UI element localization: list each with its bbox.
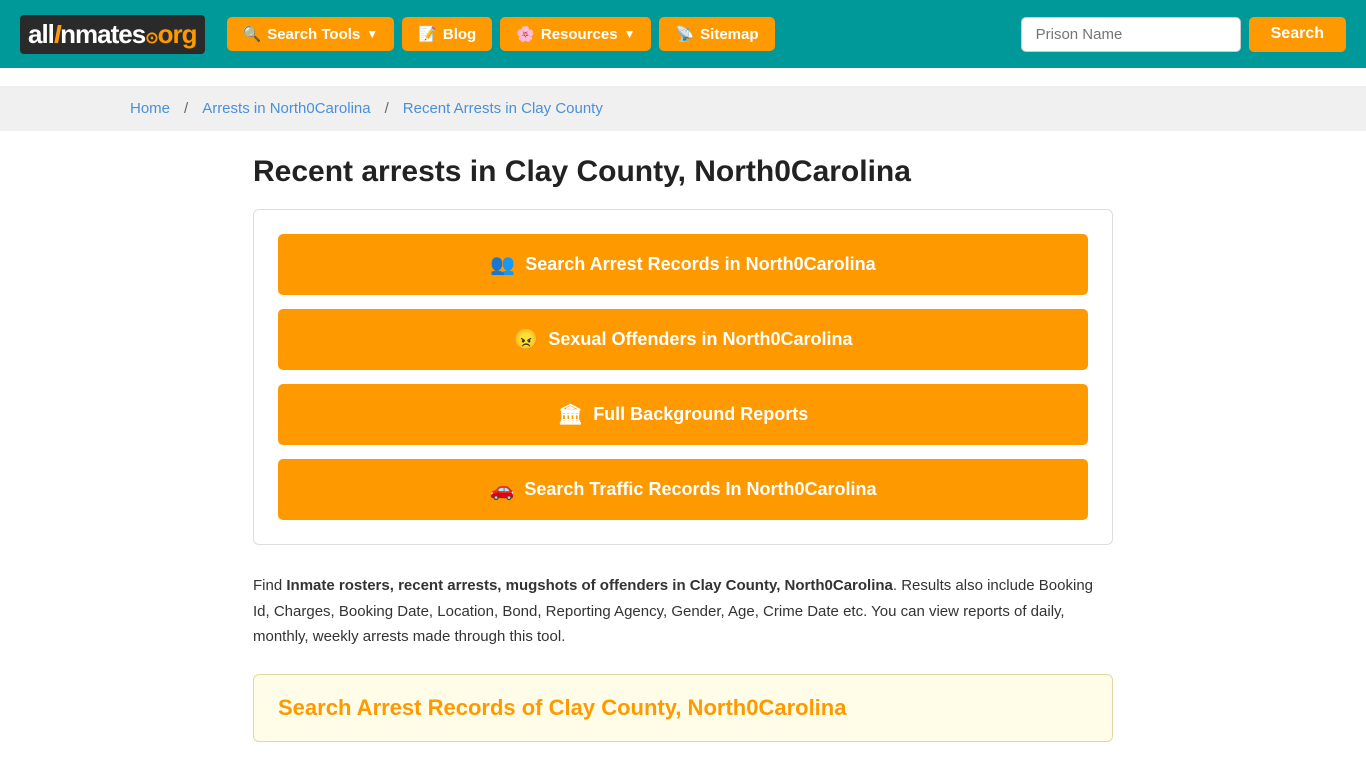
- logo-dot-icon: ⊙: [145, 30, 157, 47]
- description-text: Find Inmate rosters, recent arrests, mug…: [253, 573, 1113, 650]
- search-arrest-records-icon: 👥: [490, 252, 515, 277]
- description-prefix: Find: [253, 577, 286, 594]
- breadcrumb-sep-1: /: [184, 100, 188, 117]
- logo-org: org: [158, 19, 197, 49]
- sitemap-button[interactable]: 📡 Sitemap: [659, 17, 774, 51]
- header-search-button[interactable]: Search: [1249, 17, 1346, 52]
- sexual-offenders-button[interactable]: 😠 Sexual Offenders in North0Carolina: [278, 309, 1088, 370]
- breadcrumb-home[interactable]: Home: [130, 100, 170, 117]
- background-reports-icon: 🏛: [558, 402, 583, 427]
- arrest-records-section: Search Arrest Records of Clay County, No…: [253, 674, 1113, 742]
- prison-name-input[interactable]: [1021, 17, 1241, 52]
- breadcrumb-section: Home / Arrests in North0Carolina / Recen…: [0, 86, 1366, 131]
- traffic-records-icon: 🚗: [489, 477, 514, 502]
- search-tools-label: Search Tools: [267, 26, 360, 43]
- search-tools-icon: 🔍: [243, 25, 262, 43]
- site-logo[interactable]: allInmates⊙org: [20, 15, 205, 54]
- search-arrest-records-label: Search Arrest Records in North0Carolina: [525, 254, 875, 275]
- sitemap-label: Sitemap: [700, 26, 758, 43]
- resources-label: Resources: [541, 26, 618, 43]
- header-search-area: Search: [1021, 17, 1346, 52]
- site-header: allInmates⊙org 🔍 Search Tools ▼ 📝 Blog 🌸…: [0, 0, 1366, 68]
- blog-button[interactable]: 📝 Blog: [402, 17, 492, 51]
- search-tools-button[interactable]: 🔍 Search Tools ▼: [227, 17, 395, 51]
- search-arrest-records-button[interactable]: 👥 Search Arrest Records in North0Carolin…: [278, 234, 1088, 295]
- action-card: 👥 Search Arrest Records in North0Carolin…: [253, 209, 1113, 545]
- search-tools-arrow-icon: ▼: [366, 27, 378, 41]
- main-content: Recent arrests in Clay County, North0Car…: [233, 131, 1133, 782]
- main-nav: 🔍 Search Tools ▼ 📝 Blog 🌸 Resources ▼ 📡 …: [227, 17, 1009, 51]
- resources-arrow-icon: ▼: [624, 27, 636, 41]
- traffic-records-button[interactable]: 🚗 Search Traffic Records In North0Caroli…: [278, 459, 1088, 520]
- logo-all: all: [28, 19, 54, 49]
- description-bold: Inmate rosters, recent arrests, mugshots…: [286, 577, 893, 594]
- background-reports-label: Full Background Reports: [593, 404, 808, 425]
- sitemap-icon: 📡: [675, 25, 694, 43]
- traffic-records-label: Search Traffic Records In North0Carolina: [524, 479, 876, 500]
- breadcrumb: Home / Arrests in North0Carolina / Recen…: [130, 100, 1236, 117]
- resources-icon: 🌸: [516, 25, 535, 43]
- arrest-records-title: Search Arrest Records of Clay County, No…: [278, 695, 1088, 721]
- blog-icon: 📝: [418, 25, 437, 43]
- resources-button[interactable]: 🌸 Resources ▼: [500, 17, 651, 51]
- breadcrumb-current: Recent Arrests in Clay County: [403, 100, 603, 117]
- sexual-offenders-icon: 😠: [514, 327, 539, 352]
- logo-nmates: nmates: [60, 19, 145, 49]
- background-reports-button[interactable]: 🏛 Full Background Reports: [278, 384, 1088, 445]
- breadcrumb-state[interactable]: Arrests in North0Carolina: [202, 100, 370, 117]
- sexual-offenders-label: Sexual Offenders in North0Carolina: [548, 329, 852, 350]
- page-title: Recent arrests in Clay County, North0Car…: [253, 155, 1113, 189]
- blog-label: Blog: [443, 26, 476, 43]
- breadcrumb-sep-2: /: [385, 100, 389, 117]
